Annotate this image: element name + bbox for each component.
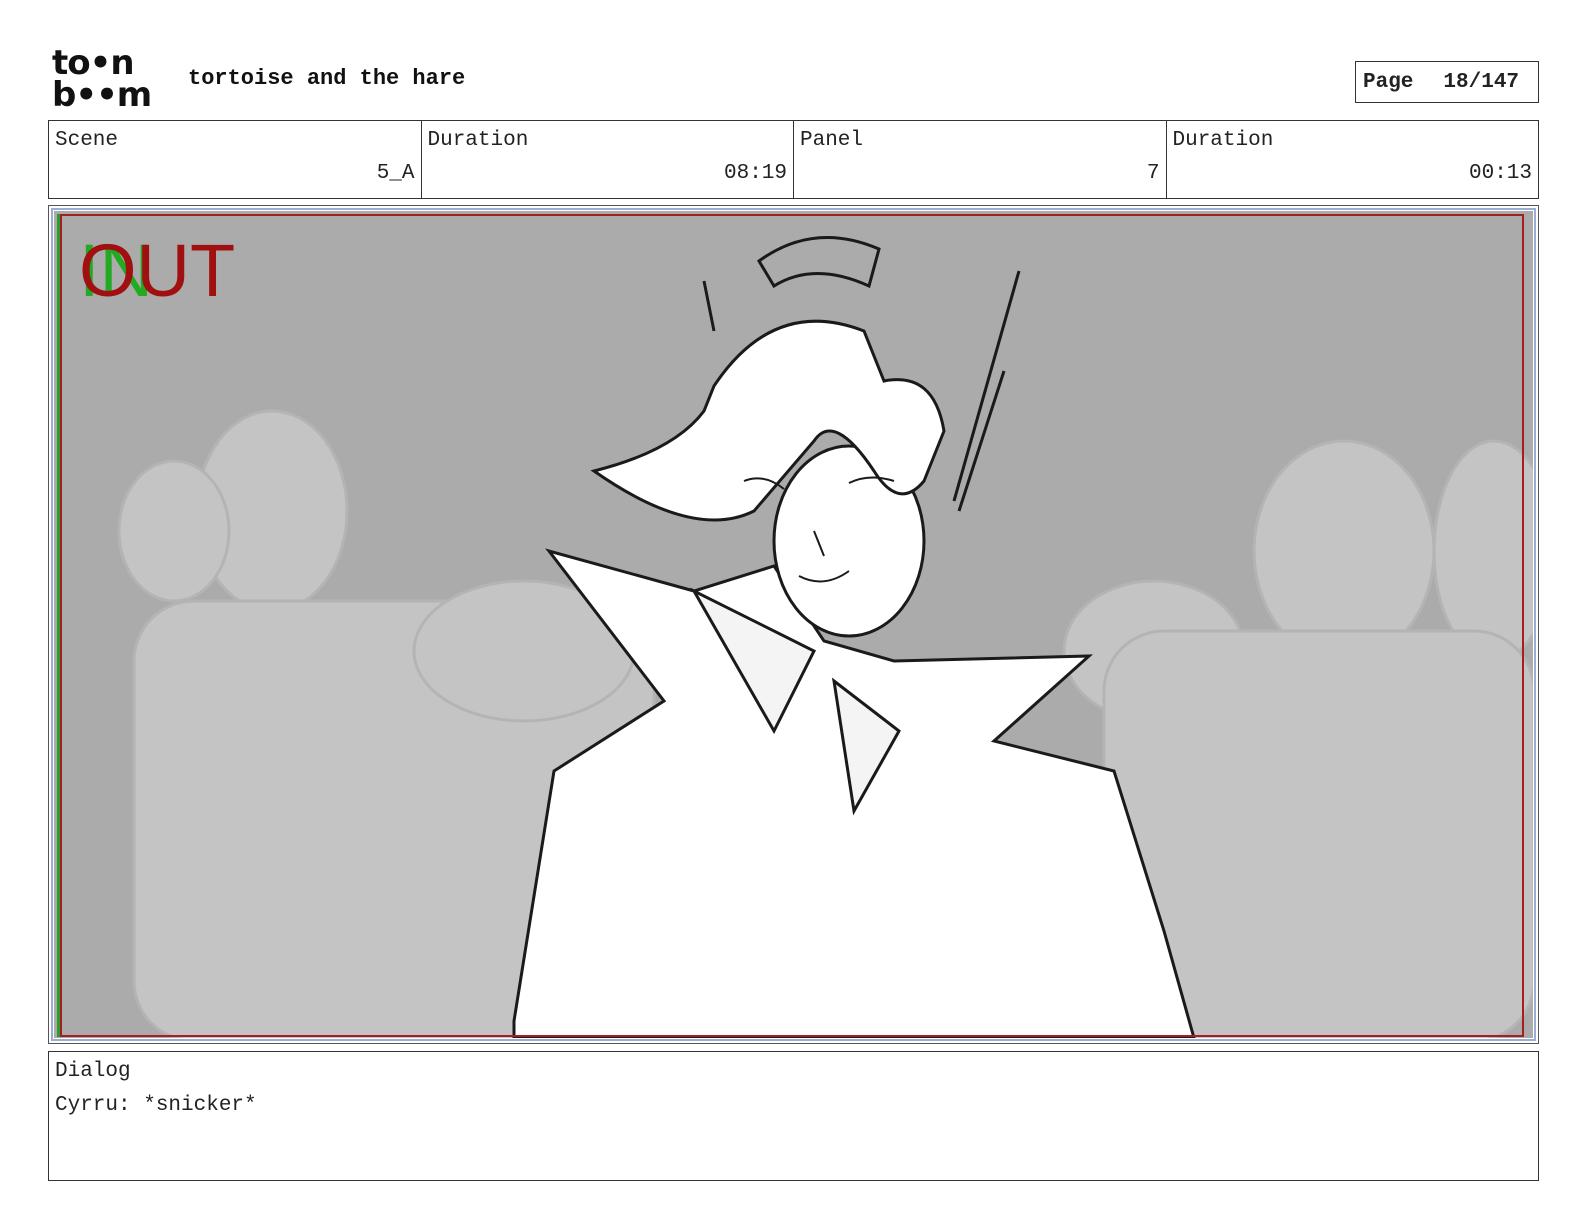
- out-marker: OUT: [79, 229, 236, 312]
- scene-cell: Scene 5_A: [49, 121, 422, 198]
- panel-value: 7: [1146, 162, 1160, 185]
- scene-duration-cell: Duration 08:19: [422, 121, 794, 198]
- scene-value: 5_A: [376, 162, 415, 185]
- dialog-box: Dialog Cyrru: *snicker*: [48, 1051, 1539, 1181]
- logo-line-bottom: b••m: [52, 75, 152, 115]
- panel-duration-cell: Duration 00:13: [1167, 121, 1539, 198]
- page-indicator: Page 18/147: [1355, 61, 1539, 103]
- page-label: Page: [1363, 70, 1414, 94]
- toonboom-logo: to•n b••m: [52, 43, 164, 115]
- panel-cell: Panel 7: [794, 121, 1167, 198]
- scene-duration-label: Duration: [427, 129, 529, 152]
- panel-sketch-image: [54, 211, 1533, 1038]
- dialog-label: Dialog: [55, 1060, 131, 1083]
- scene-info-row: Scene 5_A Duration 08:19 Panel 7 Duratio…: [48, 120, 1539, 199]
- project-title: tortoise and the hare: [188, 66, 466, 91]
- panel-duration-value: 00:13: [1468, 162, 1532, 185]
- in-frame-marker-line: [57, 214, 60, 1037]
- panel-label: Panel: [800, 129, 864, 152]
- sketch-drawing: [117, 235, 1533, 1038]
- scene-label: Scene: [55, 129, 119, 152]
- scene-duration-value: 08:19: [723, 162, 787, 185]
- page-number: 18/147: [1443, 70, 1520, 94]
- storyboard-panel: IN OUT: [48, 205, 1539, 1044]
- dialog-text: Cyrru: *snicker*: [55, 1094, 257, 1117]
- logo-line-top: to•n: [52, 43, 135, 83]
- panel-duration-label: Duration: [1172, 129, 1274, 152]
